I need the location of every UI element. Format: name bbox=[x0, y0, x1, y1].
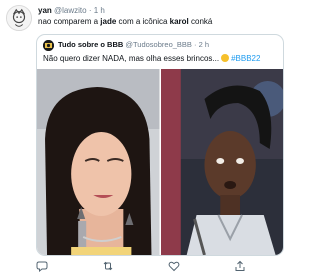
quoted-author-avatar[interactable] bbox=[43, 40, 54, 51]
tweet: yan @lawzito · 1 h nao comparem a jade c… bbox=[0, 0, 300, 274]
quoted-time-separator: · bbox=[194, 40, 197, 49]
quoted-tweet-timestamp[interactable]: 2 h bbox=[199, 40, 209, 49]
quoted-tweet-header: Tudo sobre o BBB @Tudosobreo_BBB · 2 h bbox=[58, 40, 209, 50]
hashtag-link[interactable]: #BBB22 bbox=[231, 54, 260, 63]
quoted-tweet-body: Não quero dizer NADA, mas olha esses bri… bbox=[43, 54, 220, 63]
tweet-text-part: nao comparem a bbox=[38, 17, 101, 26]
quoted-author-name[interactable]: Tudo sobre o BBB bbox=[58, 40, 123, 49]
tweet-text-mention-karol: karol bbox=[169, 17, 189, 26]
share-icon[interactable] bbox=[234, 260, 246, 272]
like-icon[interactable] bbox=[168, 260, 180, 272]
time-separator: · bbox=[88, 6, 92, 15]
grimacing-face-icon bbox=[221, 54, 230, 62]
photo-right[interactable] bbox=[160, 69, 283, 255]
tweet-timestamp[interactable]: 1 h bbox=[94, 6, 105, 15]
retweet-icon[interactable] bbox=[102, 260, 114, 272]
author-name[interactable]: yan bbox=[38, 6, 52, 15]
tweet-header: yan @lawzito · 1 h bbox=[38, 6, 105, 16]
author-handle[interactable]: @lawzito bbox=[54, 6, 87, 15]
quoted-tweet-card[interactable]: Tudo sobre o BBB @Tudosobreo_BBB · 2 h N… bbox=[36, 34, 284, 256]
photo-left[interactable] bbox=[37, 69, 160, 255]
quoted-author-handle[interactable]: @Tudosobreo_BBB bbox=[125, 40, 192, 49]
quoted-tweet-media[interactable] bbox=[37, 69, 283, 255]
reply-icon[interactable] bbox=[36, 260, 48, 272]
tweet-text: nao comparem a jade com a icônica karol … bbox=[38, 17, 212, 27]
tweet-text-part: conká bbox=[188, 17, 213, 26]
quoted-tweet-text: Não quero dizer NADA, mas olha esses bri… bbox=[43, 53, 260, 64]
tweet-text-part: com a icônica bbox=[116, 17, 170, 26]
tweet-actions bbox=[36, 260, 286, 272]
tweet-text-mention-jade: jade bbox=[100, 17, 117, 26]
author-avatar[interactable] bbox=[6, 5, 32, 31]
